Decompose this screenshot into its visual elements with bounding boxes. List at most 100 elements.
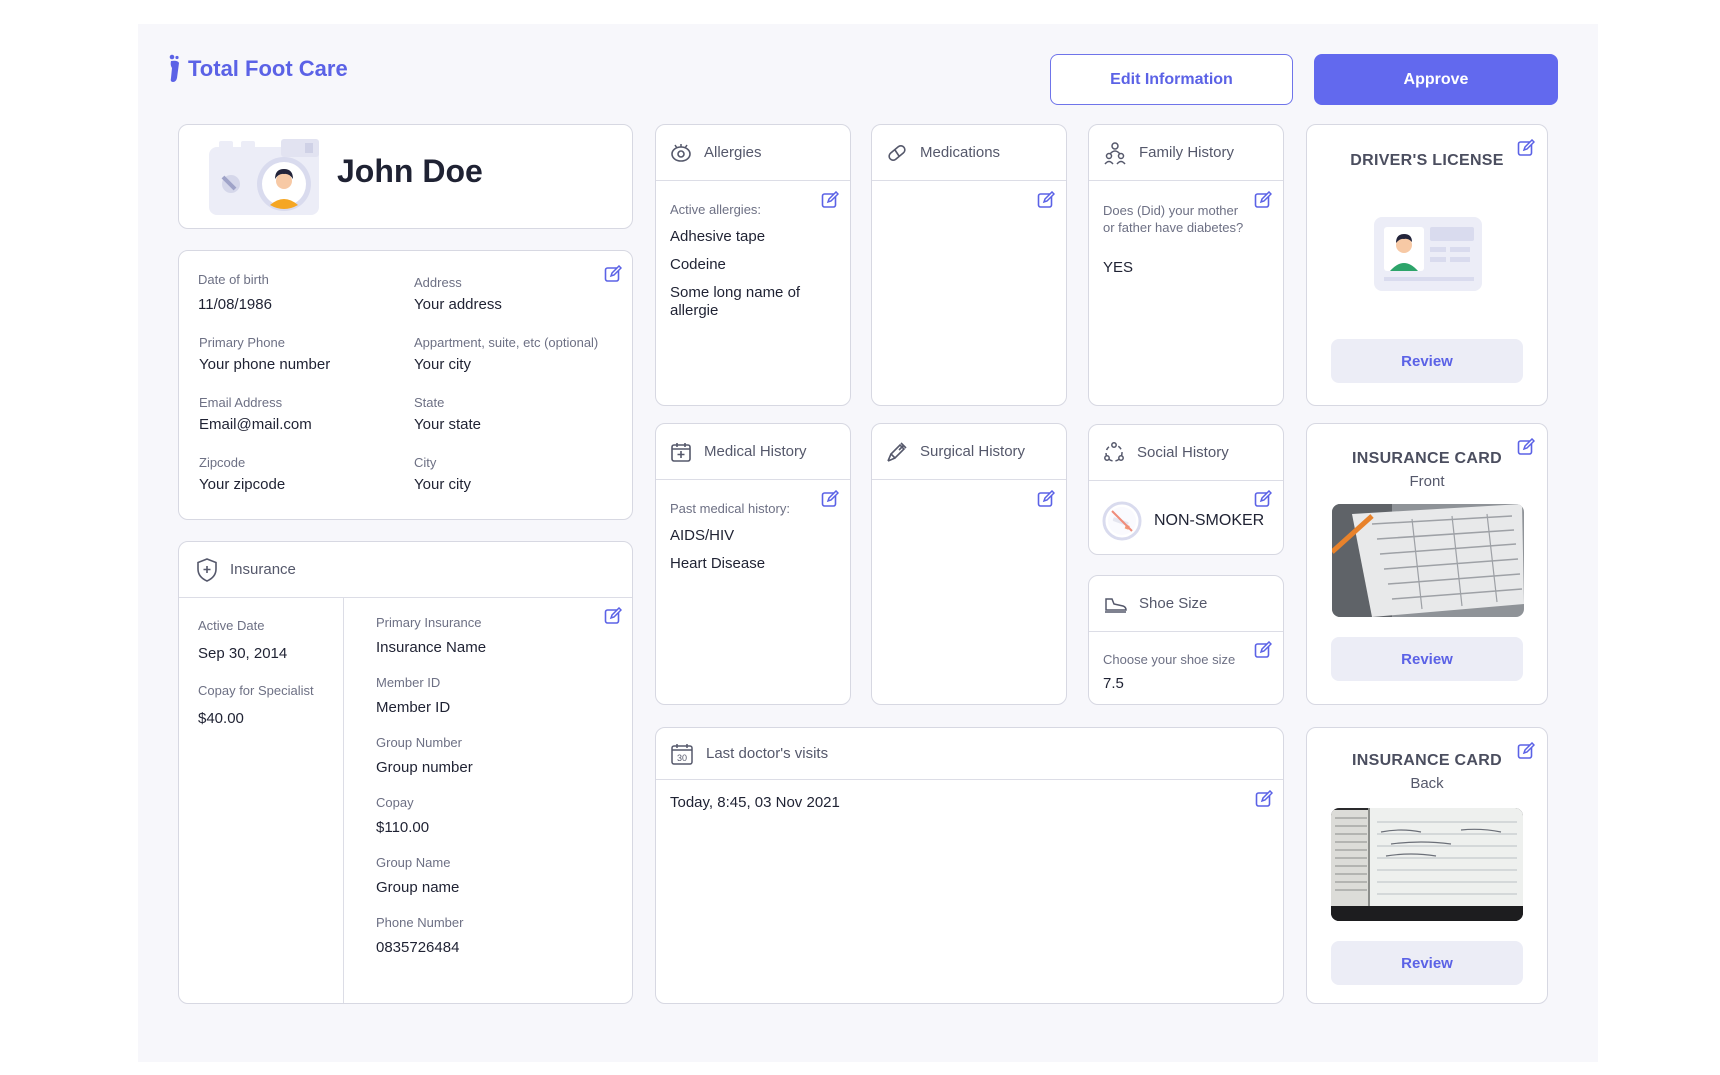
group-number-label: Group Number xyxy=(376,735,462,750)
no-smoking-icon xyxy=(1102,501,1142,541)
insurance-back-photo[interactable] xyxy=(1331,808,1523,921)
review-button[interactable]: Review xyxy=(1331,339,1523,383)
past-medical-label: Past medical history: xyxy=(670,501,790,516)
medications-title: Medications xyxy=(920,144,1001,161)
family-answer: YES xyxy=(1103,259,1134,276)
email-value: Email@mail.com xyxy=(199,416,312,433)
edit-icon[interactable] xyxy=(1254,490,1272,508)
surgical-history-header: Surgical History xyxy=(872,424,1066,480)
copay-label: Copay xyxy=(376,795,414,810)
primary-insurance-value: Insurance Name xyxy=(376,639,487,656)
edit-icon[interactable] xyxy=(1254,641,1272,659)
shield-plus-icon xyxy=(197,557,217,582)
pill-icon xyxy=(888,144,906,161)
insurance-phone-value: 0835726484 xyxy=(376,939,460,956)
shoe-size-card: Shoe Size Choose your shoe size 7.5 xyxy=(1088,575,1284,705)
insurance-front-subtitle: Front xyxy=(1409,473,1445,490)
edit-icon[interactable] xyxy=(1254,191,1272,209)
social-history-card: Social History NON-SMOKER xyxy=(1088,424,1284,555)
surgical-history-card: Surgical History xyxy=(871,423,1067,705)
drivers-license-card: DRIVER'S LICENSE Review xyxy=(1306,124,1548,406)
calendar-icon: 30 xyxy=(671,743,693,765)
allergies-header: Allergies xyxy=(656,125,850,181)
zipcode-label: Zipcode xyxy=(199,455,246,470)
allergies-title: Allergies xyxy=(704,144,762,161)
insurance-back-subtitle: Back xyxy=(1410,775,1444,792)
insurance-phone-label: Phone Number xyxy=(376,915,464,930)
insurance-back-title: INSURANCE CARD xyxy=(1352,752,1502,769)
member-id-value: Member ID xyxy=(376,699,451,716)
drivers-license-title: DRIVER'S LICENSE xyxy=(1350,152,1504,169)
family-history-title: Family History xyxy=(1139,144,1235,161)
visit-entry: Today, 8:45, 03 Nov 2021 xyxy=(670,794,840,811)
family-history-header: Family History xyxy=(1089,125,1283,181)
dob-label: Date of birth xyxy=(198,272,269,287)
active-date-label: Active Date xyxy=(198,618,265,633)
insurance-card: Insurance Active Date Sep 30, 2014 Copay… xyxy=(178,541,633,1004)
shoe-size-value: 7.5 xyxy=(1103,675,1124,692)
review-button[interactable]: Review xyxy=(1331,941,1523,985)
patient-name: John Doe xyxy=(337,153,483,189)
insurance-title: Insurance xyxy=(230,561,296,578)
apartment-value: Your city xyxy=(414,356,471,373)
edit-icon[interactable] xyxy=(604,607,622,625)
eye-icon xyxy=(671,143,691,162)
edit-icon[interactable] xyxy=(1037,191,1055,209)
patient-header-card: John Doe xyxy=(178,124,633,229)
syringe-icon xyxy=(887,441,907,462)
city-value: Your city xyxy=(414,476,471,493)
state-value: Your state xyxy=(414,416,481,433)
insurance-front-title: INSURANCE CARD xyxy=(1352,450,1502,467)
camera-photo-icon xyxy=(209,139,319,215)
social-history-title: Social History xyxy=(1137,444,1229,461)
shoe-size-title: Shoe Size xyxy=(1139,595,1208,612)
group-name-value: Group name xyxy=(376,879,460,896)
doctor-visits-header: 30 Last doctor's visits xyxy=(656,728,1283,780)
copay-specialist-label: Copay for Specialist xyxy=(198,683,314,698)
city-label: City xyxy=(414,455,437,470)
allergy-item: Adhesive tape xyxy=(670,228,766,245)
social-history-header: Social History xyxy=(1089,425,1283,481)
medical-history-title: Medical History xyxy=(704,443,807,460)
surgical-history-title: Surgical History xyxy=(920,443,1026,460)
medications-header: Medications xyxy=(872,125,1066,181)
app-name: Total Foot Care xyxy=(188,56,348,81)
active-allergies-label: Active allergies: xyxy=(670,202,762,217)
medications-card: Medications xyxy=(871,124,1067,406)
medical-history-card: Medical History Past medical history: AI… xyxy=(655,423,851,705)
smoking-status: NON-SMOKER xyxy=(1154,512,1265,529)
state-label: State xyxy=(414,395,445,410)
edit-icon[interactable] xyxy=(604,265,622,283)
active-date-value: Sep 30, 2014 xyxy=(198,645,288,662)
approve-button[interactable]: Approve xyxy=(1314,54,1558,105)
app-logo[interactable]: Total Foot Care xyxy=(168,54,348,84)
avatar[interactable] xyxy=(209,139,319,215)
copay-specialist-value: $40.00 xyxy=(198,710,244,727)
phone-label: Primary Phone xyxy=(199,335,285,350)
shoe-size-header: Shoe Size xyxy=(1089,576,1283,632)
edit-icon[interactable] xyxy=(821,490,839,508)
email-label: Email Address xyxy=(199,395,283,410)
review-button[interactable]: Review xyxy=(1331,637,1523,681)
zipcode-value: Your zipcode xyxy=(199,476,286,493)
insurance-header: Insurance xyxy=(179,542,632,598)
medical-history-header: Medical History xyxy=(656,424,850,480)
family-question: Does (Did) your mother or father have di… xyxy=(1103,203,1244,235)
edit-icon[interactable] xyxy=(1255,790,1273,808)
foot-icon xyxy=(169,54,179,82)
allergy-item: Codeine xyxy=(670,256,726,273)
doctor-visits-card: 30 Last doctor's visits Today, 8:45, 03 … xyxy=(655,727,1284,1004)
id-card-icon xyxy=(1374,217,1482,291)
family-history-card: Family History Does (Did) your mother or… xyxy=(1088,124,1284,406)
edit-icon[interactable] xyxy=(821,191,839,209)
member-id-label: Member ID xyxy=(376,675,441,690)
address-label: Address xyxy=(414,275,462,290)
edit-information-button[interactable]: Edit Information xyxy=(1050,54,1293,105)
insurance-card-front: INSURANCE CARD Front Review xyxy=(1306,423,1548,705)
address-value: Your address xyxy=(414,296,502,313)
insurance-card-back: INSURANCE CARD Back Review xyxy=(1306,727,1548,1004)
edit-icon[interactable] xyxy=(1037,490,1055,508)
shoe-icon xyxy=(1105,597,1127,613)
shoe-size-label: Choose your shoe size xyxy=(1103,652,1236,667)
insurance-front-photo[interactable] xyxy=(1332,504,1524,617)
